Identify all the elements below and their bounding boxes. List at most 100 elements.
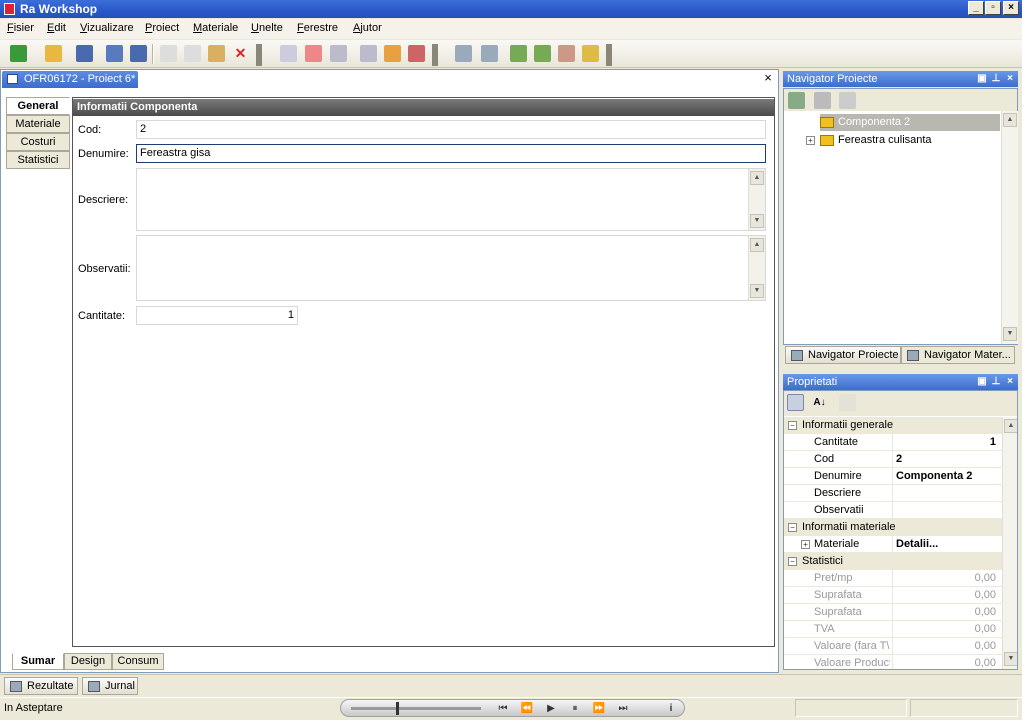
tab-design[interactable]: Design [64, 653, 112, 670]
cut-icon[interactable] [160, 45, 177, 62]
tab-jurnal[interactable]: Jurnal [82, 677, 138, 695]
category-informatii-generale[interactable]: − Informatii generale [784, 417, 1002, 434]
close-icon[interactable]: × [1004, 72, 1016, 86]
alphabetical-icon[interactable]: A↓ [811, 394, 828, 411]
scroll-down-icon[interactable]: ▼ [750, 214, 764, 228]
property-pages-icon[interactable] [839, 394, 856, 411]
list-icon[interactable] [280, 45, 297, 62]
categorized-icon[interactable] [787, 394, 804, 411]
property-row[interactable]: + Materiale Detalii... [784, 536, 1002, 553]
toolbar-grip[interactable] [432, 44, 438, 66]
transfer-icon[interactable] [384, 45, 401, 62]
observatii-scrollbar[interactable]: ▲ ▼ [748, 236, 765, 300]
minimize-button[interactable]: _ [968, 1, 984, 15]
open-icon[interactable] [45, 45, 62, 62]
property-row[interactable]: Descriere [784, 485, 1002, 502]
tab-rezultate[interactable]: Rezultate [4, 677, 78, 695]
menu-fisier[interactable]: Fisier [7, 22, 34, 34]
collapse-icon[interactable]: − [788, 421, 797, 430]
refresh-icon[interactable] [788, 92, 805, 109]
collapse-icon[interactable]: − [788, 557, 797, 566]
window-position-icon[interactable]: ▣ [976, 72, 988, 86]
collapse-icon[interactable]: − [788, 523, 797, 532]
scroll-up-icon[interactable]: ▲ [1004, 419, 1017, 433]
tab-general[interactable]: General [6, 97, 70, 115]
menu-ajutor[interactable]: Ajutor [353, 22, 382, 34]
maximize-button[interactable]: ▫ [985, 1, 1001, 15]
pause-icon[interactable]: ⏸ [567, 702, 583, 715]
property-row[interactable]: Suprafata 0,00 [784, 604, 1002, 621]
menu-unelte[interactable]: Unelte [251, 22, 283, 34]
menu-materiale[interactable]: Materiale [193, 22, 238, 34]
observatii-field[interactable]: ▲ ▼ [136, 235, 766, 301]
property-row[interactable]: Valoare Product 0,00 [784, 655, 1002, 669]
tab-costuri[interactable]: Costuri [6, 133, 70, 151]
scroll-down-icon[interactable]: ▼ [1003, 327, 1017, 341]
property-row[interactable]: Pret/mp 0,00 [784, 570, 1002, 587]
property-row[interactable]: Cod 2 [784, 451, 1002, 468]
property-row[interactable]: Valoare (fara T\ 0,00 [784, 638, 1002, 655]
tab-sumar[interactable]: Sumar [12, 653, 64, 670]
close-icon[interactable]: × [1004, 375, 1016, 389]
tab-statistici[interactable]: Statistici [6, 151, 70, 169]
close-document-icon[interactable]: × [762, 71, 774, 85]
remove-component-icon[interactable] [558, 45, 575, 62]
list-view-icon[interactable] [814, 92, 831, 109]
property-row[interactable]: Suprafata 0,00 [784, 587, 1002, 604]
export-icon[interactable] [330, 45, 347, 62]
tree-node-componenta-2[interactable]: Componenta 2 [820, 114, 1000, 131]
menu-vizualizare[interactable]: Vizualizare [80, 22, 134, 34]
scroll-up-icon[interactable]: ▲ [750, 171, 764, 185]
tree-node-fereastra-culisanta[interactable]: Fereastra culisanta [820, 132, 1000, 149]
descriere-scrollbar[interactable]: ▲ ▼ [748, 169, 765, 230]
skip-end-icon[interactable]: ⏭ [615, 702, 631, 715]
print-icon[interactable] [408, 45, 425, 62]
document-tab[interactable]: OFR06172 - Proiect 6* [2, 71, 138, 88]
pin-icon[interactable]: ⊥ [990, 375, 1002, 389]
tools-icon[interactable] [481, 45, 498, 62]
properties-scrollbar[interactable]: ▲ ▼ [1002, 417, 1017, 669]
add-component-icon[interactable] [534, 45, 551, 62]
skip-start-icon[interactable]: ⏮ [495, 702, 511, 715]
settings-icon[interactable] [455, 45, 472, 62]
scroll-down-icon[interactable]: ▼ [1004, 652, 1017, 666]
tab-materiale[interactable]: Materiale [6, 115, 70, 133]
import-icon[interactable] [360, 45, 377, 62]
rewind-icon[interactable]: ⏪ [519, 702, 535, 715]
property-row[interactable]: Cantitate 1 [784, 434, 1002, 451]
copy-icon[interactable] [184, 45, 201, 62]
save-all-icon[interactable] [106, 45, 123, 62]
window-position-icon[interactable]: ▣ [976, 375, 988, 389]
expand-icon[interactable]: + [806, 136, 815, 145]
descriere-field[interactable]: ▲ ▼ [136, 168, 766, 231]
playback-slider[interactable] [351, 707, 481, 710]
scroll-up-icon[interactable]: ▲ [1003, 113, 1017, 127]
toolbar-grip[interactable] [606, 44, 612, 66]
denumire-field[interactable]: Fereastra gisa [136, 144, 766, 163]
scroll-down-icon[interactable]: ▼ [750, 284, 764, 298]
menu-proiect[interactable]: Proiect [145, 22, 179, 34]
tree-view-icon[interactable] [839, 92, 856, 109]
save-as-icon[interactable] [130, 45, 147, 62]
info-icon[interactable]: i [663, 702, 679, 715]
playback-slider-handle[interactable] [396, 702, 399, 715]
play-icon[interactable]: ▶ [543, 702, 559, 715]
close-window-button[interactable]: × [1003, 1, 1019, 15]
save-icon[interactable] [76, 45, 93, 62]
category-informatii-materiale[interactable]: − Informatii materiale [784, 519, 1002, 536]
component-icon[interactable] [510, 45, 527, 62]
property-row[interactable]: TVA 0,00 [784, 621, 1002, 638]
new-icon[interactable] [10, 45, 27, 62]
category-statistici[interactable]: − Statistici [784, 553, 1002, 570]
expand-icon[interactable]: + [801, 540, 810, 549]
property-row[interactable]: Denumire Componenta 2 [784, 468, 1002, 485]
toolbar-grip[interactable] [256, 44, 262, 66]
navigator-scrollbar[interactable]: ▲ ▼ [1001, 111, 1018, 344]
pin-icon[interactable]: ⊥ [990, 72, 1002, 86]
menu-edit[interactable]: Edit [47, 22, 66, 34]
material-icon[interactable] [582, 45, 599, 62]
scroll-up-icon[interactable]: ▲ [750, 238, 764, 252]
property-row[interactable]: Observatii [784, 502, 1002, 519]
cod-field[interactable]: 2 [136, 120, 766, 139]
paste-icon[interactable] [208, 45, 225, 62]
